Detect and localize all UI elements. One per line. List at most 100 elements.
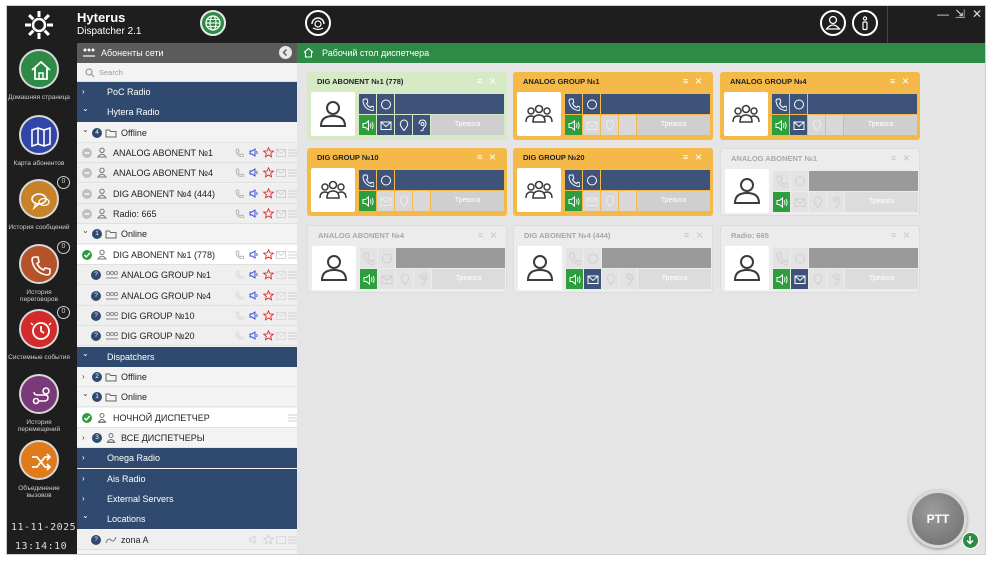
call-button[interactable]: [359, 170, 376, 190]
chevron-down-icon[interactable]: ⌄: [82, 99, 89, 119]
card-menu-icon[interactable]: ≡: [684, 230, 689, 240]
subscriber-card[interactable]: DIG GROUP №10 ≡ × Тревога: [307, 148, 507, 216]
status-button[interactable]: [583, 94, 600, 114]
card-close-icon[interactable]: ×: [696, 228, 703, 242]
card-menu-icon[interactable]: ≡: [891, 230, 896, 240]
message-button[interactable]: [790, 115, 807, 135]
alarm-button[interactable]: Тревога: [637, 191, 710, 211]
subscriber-card[interactable]: ANALOG ABONENT №4 ≡ × Тревога: [307, 225, 507, 293]
card-close-icon[interactable]: ×: [903, 151, 910, 165]
card-close-icon[interactable]: ×: [489, 150, 496, 164]
card-menu-icon[interactable]: ≡: [891, 153, 896, 163]
monitor-button[interactable]: [826, 115, 843, 135]
chevron-down-icon[interactable]: ⌄: [82, 120, 89, 140]
tree-search-box[interactable]: Search: [77, 63, 297, 82]
message-button[interactable]: [378, 269, 395, 289]
subscriber-card[interactable]: DIG GROUP №20 ≡ × Тревога: [513, 148, 713, 216]
card-menu-icon[interactable]: ≡: [477, 76, 482, 86]
collapse-panel-button[interactable]: [279, 46, 292, 59]
subscriber-card[interactable]: DIG ABONENT №4 (444) ≡ × Тревога: [513, 225, 713, 293]
call-button[interactable]: [565, 170, 582, 190]
chevron-down-icon[interactable]: ⌄: [82, 344, 89, 364]
tree-row-8[interactable]: ⌄ 1 Online: [77, 221, 297, 245]
tree-row-4[interactable]: ANALOG ABONENT №1: [77, 143, 297, 164]
listen-button[interactable]: [359, 191, 376, 211]
rail-button-7[interactable]: [19, 440, 59, 480]
subscriber-card[interactable]: DIG ABONENT №1 (778) ≡ × Тревога: [307, 72, 507, 140]
message-button[interactable]: [583, 191, 600, 211]
ptt-button[interactable]: PTT: [909, 490, 967, 548]
chevron-right-icon[interactable]: ›: [82, 428, 85, 448]
locate-button[interactable]: [602, 269, 619, 289]
tree-row-19[interactable]: › Onega Radio: [77, 448, 297, 469]
alarm-button[interactable]: Тревога: [845, 192, 918, 212]
card-close-icon[interactable]: ×: [695, 74, 702, 88]
tree-row-14[interactable]: ⌄ Dispatchers: [77, 344, 297, 367]
call-button[interactable]: [773, 248, 790, 268]
card-menu-icon[interactable]: ≡: [683, 76, 688, 86]
tree-row-6[interactable]: DIG ABONENT №4 (444): [77, 183, 297, 204]
listen-button[interactable]: [565, 191, 582, 211]
chevron-right-icon[interactable]: ›: [82, 469, 85, 489]
card-menu-icon[interactable]: ≡: [477, 152, 482, 162]
call-button[interactable]: [566, 248, 583, 268]
listen-button[interactable]: [773, 269, 790, 289]
card-close-icon[interactable]: ×: [903, 228, 910, 242]
tree-row-9[interactable]: DIG ABONENT №1 (778): [77, 244, 297, 265]
search-input[interactable]: Search: [99, 68, 123, 77]
listen-button[interactable]: [566, 269, 583, 289]
tree-row-15[interactable]: › 2 Offline: [77, 366, 297, 387]
tree-row-13[interactable]: ? DIG GROUP №20: [77, 326, 297, 347]
alarm-button[interactable]: Тревога: [845, 269, 918, 289]
message-button[interactable]: [583, 115, 600, 135]
listen-button[interactable]: [359, 115, 376, 135]
locate-button[interactable]: [395, 115, 412, 135]
status-button[interactable]: [790, 94, 807, 114]
monitor-button[interactable]: [827, 192, 844, 212]
rail-button-4[interactable]: [19, 244, 59, 284]
status-button[interactable]: [377, 94, 394, 114]
card-menu-icon[interactable]: ≡: [683, 152, 688, 162]
rail-button-5[interactable]: [19, 309, 59, 349]
message-button[interactable]: [791, 192, 808, 212]
user-profile-button[interactable]: [820, 10, 846, 36]
listen-button[interactable]: [360, 269, 377, 289]
card-close-icon[interactable]: ×: [695, 150, 702, 164]
rail-button-2[interactable]: [19, 115, 59, 155]
message-button[interactable]: [377, 115, 394, 135]
close-button[interactable]: ✕: [972, 7, 982, 21]
card-menu-icon[interactable]: ≡: [478, 230, 483, 240]
call-button[interactable]: [565, 94, 582, 114]
subscriber-card[interactable]: Radio: 665 ≡ × Тревога: [720, 225, 920, 293]
listen-button[interactable]: [565, 115, 582, 135]
info-button[interactable]: [852, 10, 878, 36]
dispatcher-headset-button[interactable]: [305, 10, 331, 36]
alarm-button[interactable]: Тревога: [637, 115, 710, 135]
subscriber-card[interactable]: ANALOG GROUP №1 ≡ × Тревога: [513, 72, 713, 140]
status-button[interactable]: [791, 171, 808, 191]
call-button[interactable]: [359, 94, 376, 114]
chevron-down-icon[interactable]: ⌄: [82, 221, 89, 241]
monitor-button[interactable]: [620, 269, 637, 289]
locate-button[interactable]: [809, 192, 826, 212]
card-menu-icon[interactable]: ≡: [890, 76, 895, 86]
locate-button[interactable]: [396, 269, 413, 289]
tree-row-5[interactable]: ANALOG ABONENT №4: [77, 163, 297, 184]
tree-row-18[interactable]: › 3 ВСЕ ДИСПЕТЧЕРЫ: [77, 427, 297, 448]
chevron-right-icon[interactable]: ›: [82, 448, 85, 468]
tree-row-11[interactable]: ? ANALOG GROUP №4: [77, 285, 297, 306]
monitor-button[interactable]: [827, 269, 844, 289]
tree-row-20[interactable]: › Ais Radio: [77, 468, 297, 489]
listen-button[interactable]: [773, 192, 790, 212]
call-button[interactable]: [772, 94, 789, 114]
locate-button[interactable]: [809, 269, 826, 289]
alarm-button[interactable]: Тревога: [844, 115, 917, 135]
call-button[interactable]: [773, 171, 790, 191]
card-close-icon[interactable]: ×: [489, 74, 496, 88]
chevron-down-icon[interactable]: ⌄: [82, 506, 89, 526]
tree-row-1[interactable]: › PoC Radio: [77, 82, 297, 102]
alarm-button[interactable]: Тревога: [431, 115, 504, 135]
card-close-icon[interactable]: ×: [902, 74, 909, 88]
minimize-button[interactable]: —: [937, 7, 949, 21]
message-button[interactable]: [584, 269, 601, 289]
